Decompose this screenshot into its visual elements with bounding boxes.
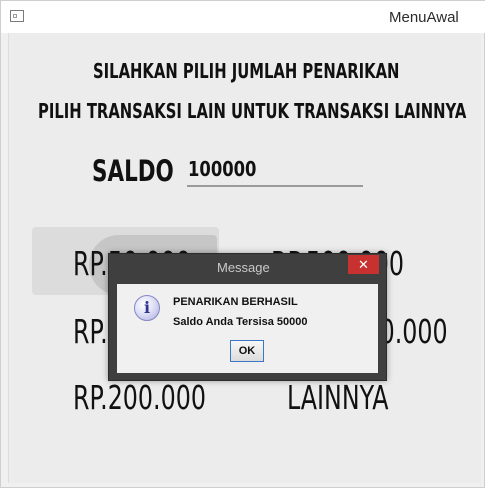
dialog-body: i PENARIKAN BERHASIL Saldo Anda Tersisa … [117,284,378,373]
info-icon: i [134,295,160,321]
saldo-label: SALDO [92,154,174,188]
dialog-message-text: Saldo Anda Tersisa 50000 [173,316,308,328]
option-200000-button[interactable]: RP.200.000 [73,378,206,417]
dialog-title: Message [217,260,270,275]
saldo-value: 100000 [188,157,257,181]
title-bar[interactable]: MenuAwal [1,1,485,33]
close-button[interactable]: ✕ [348,255,379,274]
ok-button[interactable]: OK [230,340,264,362]
main-window: MenuAwal SILAHKAN PILIH JUMLAH PENARIKAN… [0,0,485,488]
message-dialog: Message ✕ i PENARIKAN BERHASIL Saldo And… [108,253,387,381]
option-lainnya-button[interactable]: LAINNYA [287,378,389,417]
window-icon [10,10,24,22]
window-title: MenuAwal [389,9,459,26]
instruction-heading: SILAHKAN PILIH JUMLAH PENARIKAN [93,59,400,83]
instruction-subheading: PILIH TRANSAKSI LAIN UNTUK TRANSAKSI LAI… [38,99,467,123]
dialog-message-title: PENARIKAN BERHASIL [173,296,298,308]
